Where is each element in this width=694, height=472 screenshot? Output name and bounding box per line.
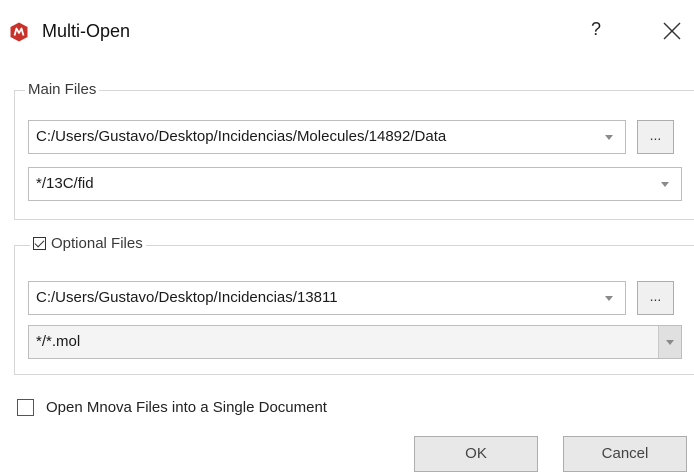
single-document-option[interactable]: Open Mnova Files into a Single Document (17, 399, 327, 416)
dropdown-button[interactable] (658, 326, 681, 358)
optional-files-browse-button[interactable]: ... (637, 281, 674, 315)
window-title: Multi-Open (42, 21, 131, 41)
optional-files-legend[interactable]: Optional Files (30, 235, 146, 252)
chevron-down-icon (666, 340, 674, 345)
optional-files-filter-combo[interactable]: */*.mol (28, 325, 682, 359)
main-files-filter-combo[interactable]: */13C/fid (28, 167, 682, 201)
help-button[interactable]: ? (586, 19, 606, 43)
mnova-logo-icon (10, 22, 28, 42)
single-document-checkbox[interactable] (17, 399, 34, 416)
main-files-path-combo[interactable]: C:/Users/Gustavo/Desktop/Incidencias/Mol… (28, 120, 626, 154)
optional-files-path-combo[interactable]: C:/Users/Gustavo/Desktop/Incidencias/138… (28, 281, 626, 315)
optional-files-label: Optional Files (51, 235, 143, 252)
optional-files-filter-value: */*.mol (36, 333, 81, 350)
chevron-down-icon[interactable] (605, 296, 613, 301)
chevron-down-icon[interactable] (661, 182, 669, 187)
single-document-label: Open Mnova Files into a Single Document (46, 399, 327, 416)
optional-files-path-value: C:/Users/Gustavo/Desktop/Incidencias/138… (36, 289, 338, 306)
main-files-path-value: C:/Users/Gustavo/Desktop/Incidencias/Mol… (36, 128, 447, 145)
chevron-down-icon[interactable] (605, 135, 613, 140)
close-icon[interactable] (661, 20, 683, 42)
main-files-filter-value: */13C/fid (36, 175, 94, 192)
title-bar: Multi-Open ? (0, 0, 694, 62)
main-files-browse-button[interactable]: ... (637, 120, 674, 154)
optional-files-checkbox[interactable] (33, 237, 46, 250)
main-files-legend: Main Files (25, 81, 100, 98)
